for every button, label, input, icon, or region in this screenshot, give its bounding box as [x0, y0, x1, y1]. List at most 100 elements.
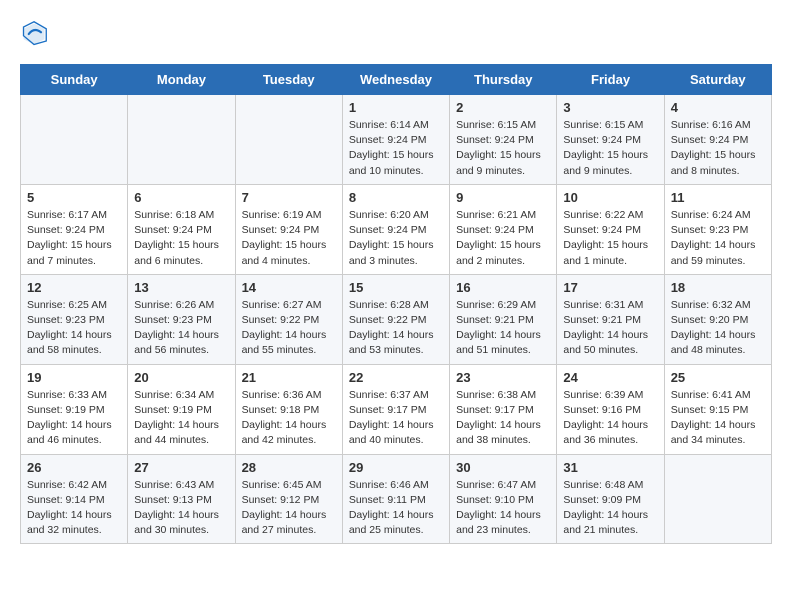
day-number: 13 [134, 280, 228, 295]
calendar-cell: 19 Sunrise: 6:33 AM Sunset: 9:19 PM Dayli… [21, 364, 128, 454]
day-number: 16 [456, 280, 550, 295]
cell-info: Sunrise: 6:34 AM Sunset: 9:19 PM Dayligh… [134, 388, 228, 449]
day-number: 27 [134, 460, 228, 475]
calendar-cell: 2 Sunrise: 6:15 AM Sunset: 9:24 PM Daylig… [450, 95, 557, 185]
cell-info: Sunrise: 6:48 AM Sunset: 9:09 PM Dayligh… [563, 478, 657, 539]
calendar-cell: 25Sunrise: 6:41 AM Sunset: 9:15 PM Dayli… [664, 364, 771, 454]
cell-info: Sunrise: 6:37 AM Sunset: 9:17 PM Dayligh… [349, 388, 443, 449]
logo-icon [20, 20, 48, 48]
cell-info: Sunrise: 6:43 AM Sunset: 9:13 PM Dayligh… [134, 478, 228, 539]
cell-info: Sunrise: 6:17 AM Sunset: 9:24 PM Dayligh… [27, 208, 121, 269]
weekday-header-sunday: Sunday [21, 65, 128, 95]
calendar-cell: 3 Sunrise: 6:15 AM Sunset: 9:24 PM Daylig… [557, 95, 664, 185]
cell-info: Sunrise: 6:32 AM Sunset: 9:20 PM Dayligh… [671, 298, 765, 359]
cell-info: Sunrise: 6:47 AM Sunset: 9:10 PM Dayligh… [456, 478, 550, 539]
calendar-cell: 5 Sunrise: 6:17 AM Sunset: 9:24 PM Daylig… [21, 184, 128, 274]
day-number: 10 [563, 190, 657, 205]
calendar-cell: 12Sunrise: 6:25 AM Sunset: 9:23 PM Dayli… [21, 274, 128, 364]
calendar-cell: 8 Sunrise: 6:20 AM Sunset: 9:24 PM Daylig… [342, 184, 449, 274]
calendar-cell: 7 Sunrise: 6:19 AM Sunset: 9:24 PM Daylig… [235, 184, 342, 274]
cell-info: Sunrise: 6:41 AM Sunset: 9:15 PM Dayligh… [671, 388, 765, 449]
cell-info: Sunrise: 6:24 AM Sunset: 9:23 PM Dayligh… [671, 208, 765, 269]
day-number: 8 [349, 190, 443, 205]
calendar-week-row: 12Sunrise: 6:25 AM Sunset: 9:23 PM Dayli… [21, 274, 772, 364]
calendar-cell: 14 Sunrise: 6:27 AM Sunset: 9:22 PM Dayli… [235, 274, 342, 364]
cell-info: Sunrise: 6:22 AM Sunset: 9:24 PM Dayligh… [563, 208, 657, 269]
calendar-week-row: 26 Sunrise: 6:42 AM Sunset: 9:14 PM Dayli… [21, 454, 772, 544]
weekday-header-tuesday: Tuesday [235, 65, 342, 95]
calendar-cell: 9 Sunrise: 6:21 AM Sunset: 9:24 PM Daylig… [450, 184, 557, 274]
calendar-table: SundayMondayTuesdayWednesdayThursdayFrid… [20, 64, 772, 544]
calendar-cell: 27 Sunrise: 6:43 AM Sunset: 9:13 PM Dayli… [128, 454, 235, 544]
weekday-header-wednesday: Wednesday [342, 65, 449, 95]
day-number: 23 [456, 370, 550, 385]
cell-info: Sunrise: 6:39 AM Sunset: 9:16 PM Dayligh… [563, 388, 657, 449]
calendar-cell: 17 Sunrise: 6:31 AM Sunset: 9:21 PM Dayli… [557, 274, 664, 364]
day-number: 19 [27, 370, 121, 385]
page-header [20, 20, 772, 48]
day-number: 21 [242, 370, 336, 385]
calendar-cell: 26 Sunrise: 6:42 AM Sunset: 9:14 PM Dayli… [21, 454, 128, 544]
calendar-cell: 24Sunrise: 6:39 AM Sunset: 9:16 PM Dayli… [557, 364, 664, 454]
calendar-cell: 15Sunrise: 6:28 AM Sunset: 9:22 PM Dayli… [342, 274, 449, 364]
day-number: 2 [456, 100, 550, 115]
day-number: 7 [242, 190, 336, 205]
day-number: 30 [456, 460, 550, 475]
day-number: 18 [671, 280, 765, 295]
day-number: 26 [27, 460, 121, 475]
cell-info: Sunrise: 6:38 AM Sunset: 9:17 PM Dayligh… [456, 388, 550, 449]
weekday-header-monday: Monday [128, 65, 235, 95]
day-number: 20 [134, 370, 228, 385]
calendar-cell: 6 Sunrise: 6:18 AM Sunset: 9:24 PM Daylig… [128, 184, 235, 274]
calendar-cell: 11Sunrise: 6:24 AM Sunset: 9:23 PM Dayli… [664, 184, 771, 274]
day-number: 22 [349, 370, 443, 385]
calendar-cell: 18 Sunrise: 6:32 AM Sunset: 9:20 PM Dayli… [664, 274, 771, 364]
cell-info: Sunrise: 6:36 AM Sunset: 9:18 PM Dayligh… [242, 388, 336, 449]
calendar-cell: 21 Sunrise: 6:36 AM Sunset: 9:18 PM Dayli… [235, 364, 342, 454]
cell-info: Sunrise: 6:15 AM Sunset: 9:24 PM Dayligh… [563, 118, 657, 179]
cell-info: Sunrise: 6:20 AM Sunset: 9:24 PM Dayligh… [349, 208, 443, 269]
day-number: 1 [349, 100, 443, 115]
day-number: 9 [456, 190, 550, 205]
day-number: 29 [349, 460, 443, 475]
day-number: 14 [242, 280, 336, 295]
calendar-cell: 10 Sunrise: 6:22 AM Sunset: 9:24 PM Dayli… [557, 184, 664, 274]
day-number: 28 [242, 460, 336, 475]
calendar-cell [235, 95, 342, 185]
calendar-cell: 29Sunrise: 6:46 AM Sunset: 9:11 PM Dayli… [342, 454, 449, 544]
calendar-week-row: 1 Sunrise: 6:14 AM Sunset: 9:24 PM Daylig… [21, 95, 772, 185]
calendar-cell: 31 Sunrise: 6:48 AM Sunset: 9:09 PM Dayli… [557, 454, 664, 544]
calendar-cell: 13 Sunrise: 6:26 AM Sunset: 9:23 PM Dayli… [128, 274, 235, 364]
calendar-cell: 22 Sunrise: 6:37 AM Sunset: 9:17 PM Dayli… [342, 364, 449, 454]
cell-info: Sunrise: 6:14 AM Sunset: 9:24 PM Dayligh… [349, 118, 443, 179]
calendar-cell: 4 Sunrise: 6:16 AM Sunset: 9:24 PM Daylig… [664, 95, 771, 185]
weekday-header-saturday: Saturday [664, 65, 771, 95]
cell-info: Sunrise: 6:26 AM Sunset: 9:23 PM Dayligh… [134, 298, 228, 359]
cell-info: Sunrise: 6:42 AM Sunset: 9:14 PM Dayligh… [27, 478, 121, 539]
calendar-cell: 20 Sunrise: 6:34 AM Sunset: 9:19 PM Dayli… [128, 364, 235, 454]
calendar-cell [128, 95, 235, 185]
day-number: 6 [134, 190, 228, 205]
day-number: 17 [563, 280, 657, 295]
cell-info: Sunrise: 6:21 AM Sunset: 9:24 PM Dayligh… [456, 208, 550, 269]
logo [20, 20, 52, 48]
cell-info: Sunrise: 6:16 AM Sunset: 9:24 PM Dayligh… [671, 118, 765, 179]
cell-info: Sunrise: 6:27 AM Sunset: 9:22 PM Dayligh… [242, 298, 336, 359]
cell-info: Sunrise: 6:18 AM Sunset: 9:24 PM Dayligh… [134, 208, 228, 269]
calendar-cell: 23 Sunrise: 6:38 AM Sunset: 9:17 PM Dayli… [450, 364, 557, 454]
weekday-header-row: SundayMondayTuesdayWednesdayThursdayFrid… [21, 65, 772, 95]
day-number: 3 [563, 100, 657, 115]
day-number: 15 [349, 280, 443, 295]
calendar-cell [664, 454, 771, 544]
cell-info: Sunrise: 6:33 AM Sunset: 9:19 PM Dayligh… [27, 388, 121, 449]
day-number: 31 [563, 460, 657, 475]
calendar-week-row: 5 Sunrise: 6:17 AM Sunset: 9:24 PM Daylig… [21, 184, 772, 274]
day-number: 4 [671, 100, 765, 115]
cell-info: Sunrise: 6:19 AM Sunset: 9:24 PM Dayligh… [242, 208, 336, 269]
weekday-header-friday: Friday [557, 65, 664, 95]
cell-info: Sunrise: 6:15 AM Sunset: 9:24 PM Dayligh… [456, 118, 550, 179]
cell-info: Sunrise: 6:31 AM Sunset: 9:21 PM Dayligh… [563, 298, 657, 359]
calendar-cell: 16 Sunrise: 6:29 AM Sunset: 9:21 PM Dayli… [450, 274, 557, 364]
cell-info: Sunrise: 6:29 AM Sunset: 9:21 PM Dayligh… [456, 298, 550, 359]
day-number: 5 [27, 190, 121, 205]
